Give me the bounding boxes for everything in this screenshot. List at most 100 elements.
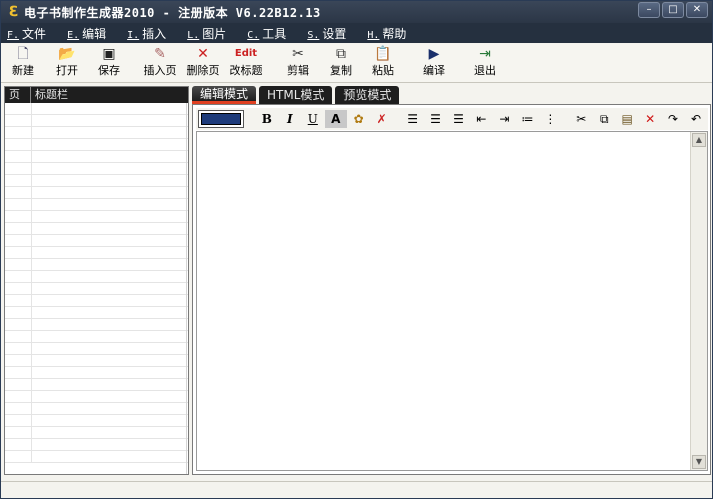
font-color-button[interactable]: A xyxy=(324,110,347,128)
list-row[interactable] xyxy=(5,439,188,451)
list-row[interactable] xyxy=(5,139,188,151)
edit-title-button[interactable]: Edit 改标题 xyxy=(227,46,265,78)
list-row[interactable] xyxy=(5,355,188,367)
column-header-page[interactable]: 页 xyxy=(5,87,31,103)
menu-image[interactable]: L. 图片 xyxy=(187,25,226,42)
column-header-title[interactable]: 标题栏 xyxy=(31,87,188,103)
list-row[interactable] xyxy=(5,415,188,427)
list-row[interactable] xyxy=(5,427,188,439)
list-row[interactable] xyxy=(5,319,188,331)
font-color-picker[interactable] xyxy=(198,110,244,128)
menu-bar: F. 文件 E. 编辑 I. 插入 L. 图片 C. 工具 S. 设置 H. 帮助 xyxy=(1,23,712,43)
paste-icon: 📋 xyxy=(374,46,392,62)
cut-icon[interactable]: ✂ xyxy=(570,110,592,128)
page-list-header: 页 标题栏 xyxy=(5,87,188,103)
vertical-scrollbar[interactable]: ▲ ▼ xyxy=(690,132,707,470)
menu-file[interactable]: F. 文件 xyxy=(7,25,46,42)
list-row[interactable] xyxy=(5,175,188,187)
window-controls: – □ ✕ xyxy=(638,2,708,18)
delete-page-icon: ✕ xyxy=(197,46,209,62)
undo-icon[interactable]: ↶ xyxy=(685,110,707,128)
paste-icon[interactable]: ▤ xyxy=(616,110,638,128)
align-right-icon[interactable]: ☰ xyxy=(448,110,470,128)
save-icon: ▣ xyxy=(102,46,116,62)
unordered-list-icon[interactable]: ⋮ xyxy=(539,110,561,128)
exit-icon: ⇥ xyxy=(479,46,491,62)
list-row[interactable] xyxy=(5,403,188,415)
redo-icon[interactable]: ↷ xyxy=(662,110,684,128)
page-list-panel[interactable]: 页 标题栏 xyxy=(4,86,189,475)
align-left-icon[interactable]: ☰ xyxy=(402,110,424,128)
tab-edit-mode[interactable]: 编辑模式 xyxy=(192,86,257,104)
menu-tools[interactable]: C. 工具 xyxy=(247,25,286,42)
cut-button[interactable]: ✂ 剪辑 xyxy=(279,46,317,78)
new-button[interactable]: 🗋 新建 xyxy=(4,46,42,78)
tab-preview-mode[interactable]: 预览模式 xyxy=(335,86,400,104)
list-row[interactable] xyxy=(5,343,188,355)
list-row[interactable] xyxy=(5,271,188,283)
copy-button[interactable]: ⧉ 复制 xyxy=(322,46,360,78)
edit-title-icon: Edit xyxy=(234,48,258,59)
bold-button[interactable]: B xyxy=(256,110,278,128)
list-row[interactable] xyxy=(5,187,188,199)
outdent-icon[interactable]: ⇤ xyxy=(470,110,492,128)
align-center-icon[interactable]: ☰ xyxy=(425,110,447,128)
menu-settings[interactable]: S. 设置 xyxy=(307,25,346,42)
italic-button[interactable]: I xyxy=(279,110,301,128)
menu-insert[interactable]: I. 插入 xyxy=(127,25,166,42)
list-row[interactable] xyxy=(5,163,188,175)
tab-html-mode[interactable]: HTML模式 xyxy=(259,86,333,104)
scroll-down-icon[interactable]: ▼ xyxy=(692,455,706,469)
list-row[interactable] xyxy=(5,247,188,259)
exit-button[interactable]: ⇥ 退出 xyxy=(466,46,504,78)
list-row[interactable] xyxy=(5,103,188,115)
maximize-button[interactable]: □ xyxy=(662,2,684,18)
list-row[interactable] xyxy=(5,283,188,295)
menu-edit[interactable]: E. 编辑 xyxy=(67,25,106,42)
list-row[interactable] xyxy=(5,391,188,403)
close-button[interactable]: ✕ xyxy=(686,2,708,18)
list-row[interactable] xyxy=(5,259,188,271)
list-row[interactable] xyxy=(5,223,188,235)
highlight-icon[interactable]: ✿ xyxy=(348,110,370,128)
compile-button[interactable]: ▶ 编译 xyxy=(415,46,453,78)
ordered-list-icon[interactable]: ≔ xyxy=(516,110,538,128)
list-row[interactable] xyxy=(5,295,188,307)
window-title: 电子书制作生成器2010 - 注册版本 V6.22B12.13 xyxy=(24,5,321,20)
copy-icon: ⧉ xyxy=(336,46,346,62)
editor-panel: B I U A ✿ ✗ ☰ ☰ ☰ ⇤ ⇥ ≔ ⋮ ✂ ⧉ ▤ ✕ ↷ ↶ ▲ … xyxy=(192,104,711,475)
list-row[interactable] xyxy=(5,379,188,391)
font-color-swatch xyxy=(201,113,241,125)
clear-format-icon[interactable]: ✗ xyxy=(371,110,393,128)
app-logo-icon: ℇ xyxy=(8,4,18,20)
list-row[interactable] xyxy=(5,151,188,163)
open-button[interactable]: 📂 打开 xyxy=(48,46,86,78)
list-row[interactable] xyxy=(5,115,188,127)
indent-icon[interactable]: ⇥ xyxy=(493,110,515,128)
app-window: ℇ 电子书制作生成器2010 - 注册版本 V6.22B12.13 – □ ✕ … xyxy=(0,0,713,499)
list-row[interactable] xyxy=(5,331,188,343)
delete-icon[interactable]: ✕ xyxy=(639,110,661,128)
menu-help[interactable]: H. 帮助 xyxy=(367,25,406,42)
underline-button[interactable]: U xyxy=(302,110,324,128)
save-button[interactable]: ▣ 保存 xyxy=(90,46,128,78)
paste-button[interactable]: 📋 粘贴 xyxy=(364,46,402,78)
list-row[interactable] xyxy=(5,367,188,379)
insert-page-button[interactable]: ✎ 插入页 xyxy=(141,46,179,78)
list-row[interactable] xyxy=(5,127,188,139)
list-row[interactable] xyxy=(5,235,188,247)
list-row[interactable] xyxy=(5,199,188,211)
page-list-rows xyxy=(5,103,188,463)
scroll-up-icon[interactable]: ▲ xyxy=(692,133,706,147)
copy-icon[interactable]: ⧉ xyxy=(593,110,615,128)
main-toolbar: 🗋 新建 📂 打开 ▣ 保存 ✎ 插入页 ✕ 删除页 Edit 改标题 ✂ 剪辑… xyxy=(1,44,712,83)
mode-tabs: 编辑模式 HTML模式 预览模式 xyxy=(192,86,402,104)
list-row[interactable] xyxy=(5,211,188,223)
list-row[interactable] xyxy=(5,307,188,319)
minimize-button[interactable]: – xyxy=(638,2,660,18)
title-bar[interactable]: ℇ 电子书制作生成器2010 - 注册版本 V6.22B12.13 – □ ✕ xyxy=(1,1,712,23)
content-editor-area[interactable]: ▲ ▼ xyxy=(196,131,708,471)
list-row[interactable] xyxy=(5,451,188,463)
open-icon: 📂 xyxy=(58,46,76,62)
delete-page-button[interactable]: ✕ 删除页 xyxy=(184,46,222,78)
